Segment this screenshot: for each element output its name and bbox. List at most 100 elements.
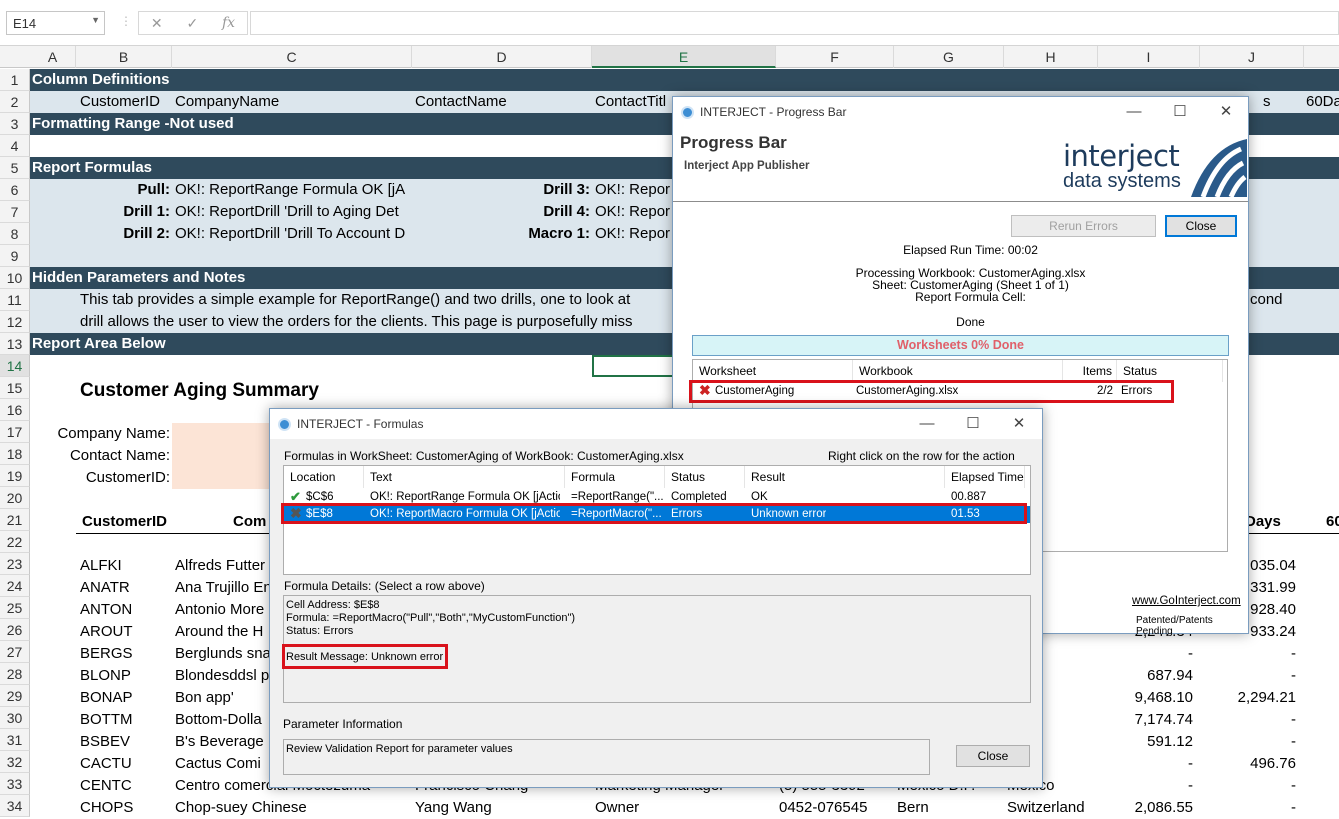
row-header-17[interactable]: 17 [0, 421, 30, 443]
customer-cell-d[interactable]: Yang Wang [415, 797, 591, 819]
col-header-b[interactable]: B [76, 46, 172, 68]
row-header-24[interactable]: 24 [0, 575, 30, 597]
col-header-d[interactable]: D [412, 46, 592, 68]
row-header-7[interactable]: 7 [0, 201, 30, 223]
row-header-25[interactable]: 25 [0, 597, 30, 619]
col-header-j[interactable]: J [1200, 46, 1304, 68]
customer-cell-j[interactable]: - [1200, 665, 1296, 687]
minimize-button[interactable]: — [1111, 97, 1157, 127]
row-header-2[interactable]: 2 [0, 91, 30, 113]
row-header-12[interactable]: 12 [0, 311, 30, 333]
customer-cell-id[interactable]: ANTON [80, 599, 172, 621]
customer-cell-id[interactable]: BERGS [80, 643, 172, 665]
customer-cell-id[interactable]: CHOPS [80, 797, 172, 819]
col-header-i[interactable]: I [1098, 46, 1200, 68]
customer-cell-id[interactable]: CACTU [80, 753, 172, 775]
row-header-22[interactable]: 22 [0, 531, 30, 553]
row-header-26[interactable]: 26 [0, 619, 30, 641]
enter-icon[interactable]: ✓ [186, 15, 198, 32]
customer-cell-i[interactable]: 7,174.74 [1098, 709, 1193, 731]
customer-cell-i[interactable]: - [1098, 775, 1193, 797]
col-text[interactable]: Text [364, 466, 565, 488]
row-header-5[interactable]: 5 [0, 157, 30, 179]
row-header-20[interactable]: 20 [0, 487, 30, 509]
customer-cell-id[interactable]: AROUT [80, 621, 172, 643]
customer-cell-name[interactable]: Chop-suey Chinese [175, 797, 411, 819]
customer-cell-g[interactable]: Bern [897, 797, 1003, 819]
close-button[interactable]: Close [956, 745, 1030, 767]
customer-cell-id[interactable]: BSBEV [80, 731, 172, 753]
col-items[interactable]: Items [1063, 360, 1117, 382]
customer-cell-i[interactable]: 591.12 [1098, 731, 1193, 753]
maximize-button[interactable]: ☐ [1157, 97, 1203, 127]
col-worksheet[interactable]: Worksheet [693, 360, 853, 382]
col-location[interactable]: Location [284, 466, 364, 488]
maximize-button[interactable]: ☐ [950, 409, 996, 439]
customer-cell-id[interactable]: ANATR [80, 577, 172, 599]
customer-cell-i[interactable]: 2,086.55 [1098, 797, 1193, 819]
gointerject-link[interactable]: www.GoInterject.com [1132, 595, 1241, 607]
customer-cell-j[interactable]: - [1200, 797, 1296, 819]
row-header-14[interactable]: 14 [0, 355, 30, 377]
minimize-button[interactable]: — [904, 409, 950, 439]
close-window-button[interactable]: ✕ [1203, 97, 1249, 127]
customer-cell-i[interactable]: 687.94 [1098, 665, 1193, 687]
row-header-23[interactable]: 23 [0, 553, 30, 575]
row-header-27[interactable]: 27 [0, 641, 30, 663]
col-header-g[interactable]: G [894, 46, 1004, 68]
col-header-h[interactable]: H [1004, 46, 1098, 68]
row-header-18[interactable]: 18 [0, 443, 30, 465]
customer-cell-j[interactable]: 2,294.21 [1200, 687, 1296, 709]
row-header-9[interactable]: 9 [0, 245, 30, 267]
col-workbook[interactable]: Workbook [853, 360, 1063, 382]
name-box[interactable]: E14 ▼ [6, 11, 105, 35]
col-header-f[interactable]: F [776, 46, 894, 68]
row-header-1[interactable]: 1 [0, 69, 30, 91]
customer-cell-i[interactable]: - [1098, 753, 1193, 775]
row-header-16[interactable]: 16 [0, 399, 30, 421]
row-header-4[interactable]: 4 [0, 135, 30, 157]
rerun-errors-button[interactable]: Rerun Errors [1011, 215, 1156, 237]
customer-cell-j[interactable]: 496.76 [1200, 753, 1296, 775]
customer-cell-id[interactable]: BOTTM [80, 709, 172, 731]
row-header-3[interactable]: 3 [0, 113, 30, 135]
col-formula[interactable]: Formula [565, 466, 665, 488]
row-header-8[interactable]: 8 [0, 223, 30, 245]
row-header-11[interactable]: 11 [0, 289, 30, 311]
customer-cell-j[interactable]: - [1200, 775, 1296, 797]
row-header-10[interactable]: 10 [0, 267, 30, 289]
cancel-icon[interactable]: ✕ [151, 15, 163, 32]
customer-cell-e[interactable]: Owner [595, 797, 775, 819]
customer-cell-id[interactable]: ALFKI [80, 555, 172, 577]
row-header-30[interactable]: 30 [0, 707, 30, 729]
row-header-13[interactable]: 13 [0, 333, 30, 355]
chevron-down-icon[interactable]: ▼ [91, 15, 100, 25]
col-elapsed[interactable]: Elapsed Time [945, 466, 1025, 488]
close-button[interactable]: Close [1165, 215, 1237, 237]
col-status[interactable]: Status [665, 466, 745, 488]
selected-cell-e14[interactable] [592, 355, 676, 377]
row-header-21[interactable]: 21 [0, 509, 30, 531]
row-header-31[interactable]: 31 [0, 729, 30, 751]
customer-cell-id[interactable]: BLONP [80, 665, 172, 687]
row-header-19[interactable]: 19 [0, 465, 30, 487]
fx-icon[interactable]: fx [222, 15, 235, 31]
customer-cell-j[interactable]: - [1200, 643, 1296, 665]
close-window-button[interactable]: ✕ [996, 409, 1042, 439]
drag-handle-icon[interactable]: ⋮ [120, 14, 132, 28]
customer-cell-j[interactable]: - [1200, 731, 1296, 753]
customer-cell-i[interactable]: - [1098, 643, 1193, 665]
row-header-33[interactable]: 33 [0, 773, 30, 795]
col-status[interactable]: Status [1117, 360, 1223, 382]
customer-cell-f[interactable]: 0452-076545 [779, 797, 891, 819]
customer-cell-h[interactable]: Switzerland [1007, 797, 1097, 819]
col-result[interactable]: Result [745, 466, 945, 488]
formula-input[interactable] [250, 11, 1339, 35]
row-header-6[interactable]: 6 [0, 179, 30, 201]
col-header-a[interactable]: A [30, 46, 76, 68]
row-header-15[interactable]: 15 [0, 377, 30, 399]
row-header-32[interactable]: 32 [0, 751, 30, 773]
customer-cell-j[interactable]: - [1200, 709, 1296, 731]
row-header-34[interactable]: 34 [0, 795, 30, 817]
customer-cell-id[interactable]: CENTC [80, 775, 172, 797]
